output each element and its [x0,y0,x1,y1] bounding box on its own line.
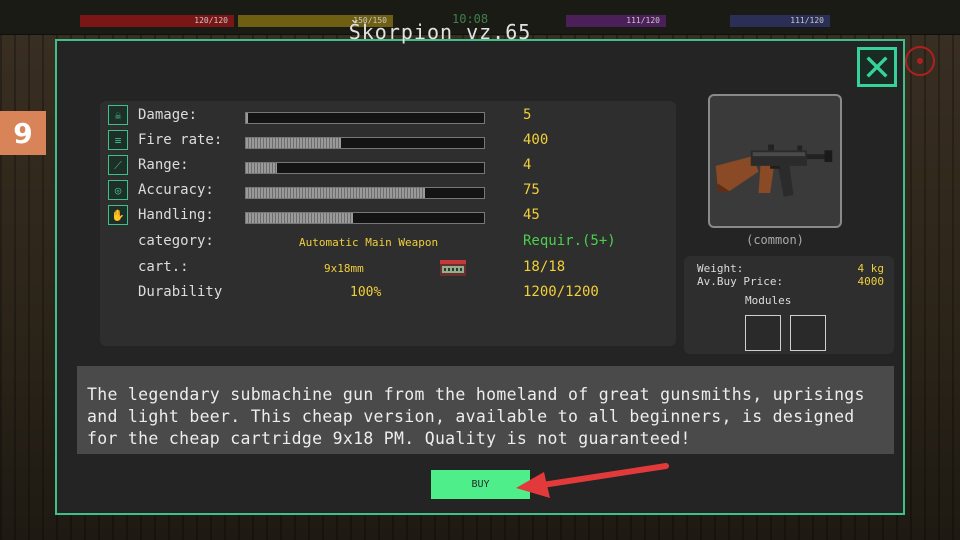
stat-label: Accuracy: [138,182,214,198]
stat-value: 400 [523,132,549,148]
durability-label: Durability [138,284,223,300]
category-value: Automatic Main Weapon [299,236,439,249]
stat-bar [245,112,485,124]
weight-label: Weight: [697,262,744,275]
module-slot-1[interactable] [745,315,781,351]
cartridge-label: cart.: [138,259,189,275]
stat-row-handling: ✋ Handling: 45 [100,205,676,227]
range-icon: ⟋ [108,155,128,175]
modules-label: Modules [745,294,792,307]
category-row: category: Automatic Main Weapon Requir.(… [100,231,676,253]
stat-bar-fill [246,213,354,223]
stat-bar-fill [246,138,342,148]
level-badge: 9 [0,111,46,155]
stats-panel: ☠ Damage: 5 ≡ Fire rate: 400 ⟋ Range: 4 … [100,101,676,346]
stat-bar-fill [246,188,425,198]
weapon-description: The legendary submachine gun from the ho… [77,366,894,454]
stat-value: 45 [523,207,540,223]
stat-bar [245,212,485,224]
weapon-title: Škorpion vz.65 [348,20,532,44]
stat-row-range: ⟋ Range: 4 [100,155,676,177]
fire-rate-icon: ≡ [108,130,128,150]
stat-bar [245,137,485,149]
module-slot-2[interactable] [790,315,826,351]
cartridge-type: 9x18mm [324,262,364,275]
weight-value: 4 kg [857,262,885,275]
close-x-icon [866,56,888,78]
weapon-image-frame [708,94,842,228]
stat-row-fire-rate: ≡ Fire rate: 400 [100,130,676,152]
target-ring-icon [905,46,935,76]
stat-bar [245,187,485,199]
stat-label: Handling: [138,207,214,223]
close-button[interactable] [857,47,897,87]
ammo-box-icon [440,260,466,276]
rarity-label: (common) [746,233,804,247]
handling-icon: ✋ [108,205,128,225]
stat-bar [245,162,485,174]
accuracy-icon: ◎ [108,180,128,200]
red-arrow-annotation [516,463,669,498]
price-value: 4000 [857,275,885,288]
stat-label: Damage: [138,107,198,123]
cartridge-row: cart.: 9x18mm 18/18 [100,257,676,279]
durability-percent: 100% [350,285,382,300]
price-label: Av.Buy Price: [697,275,784,288]
durability-row: Durability 100% 1200/1200 [100,282,676,304]
cartridge-count: 18/18 [523,259,566,275]
stat-bar-fill [246,113,249,123]
stat-value: 4 [523,157,532,173]
stat-label: Range: [138,157,189,173]
weapon-specs-panel: Weight: 4 kg Av.Buy Price: 4000 Modules [684,256,894,354]
skull-icon: ☠ [108,105,128,125]
smg-icon [715,144,833,197]
stat-row-accuracy: ◎ Accuracy: 75 [100,180,676,202]
level-requirement: Requir.(5+) [523,233,616,249]
durability-value: 1200/1200 [523,284,599,300]
stat-bar-fill [246,163,277,173]
stat-value: 5 [523,107,532,123]
stat-label: Fire rate: [138,132,223,148]
stat-row-damage: ☠ Damage: 5 [100,105,676,127]
stat-value: 75 [523,182,540,198]
category-label: category: [138,233,214,249]
